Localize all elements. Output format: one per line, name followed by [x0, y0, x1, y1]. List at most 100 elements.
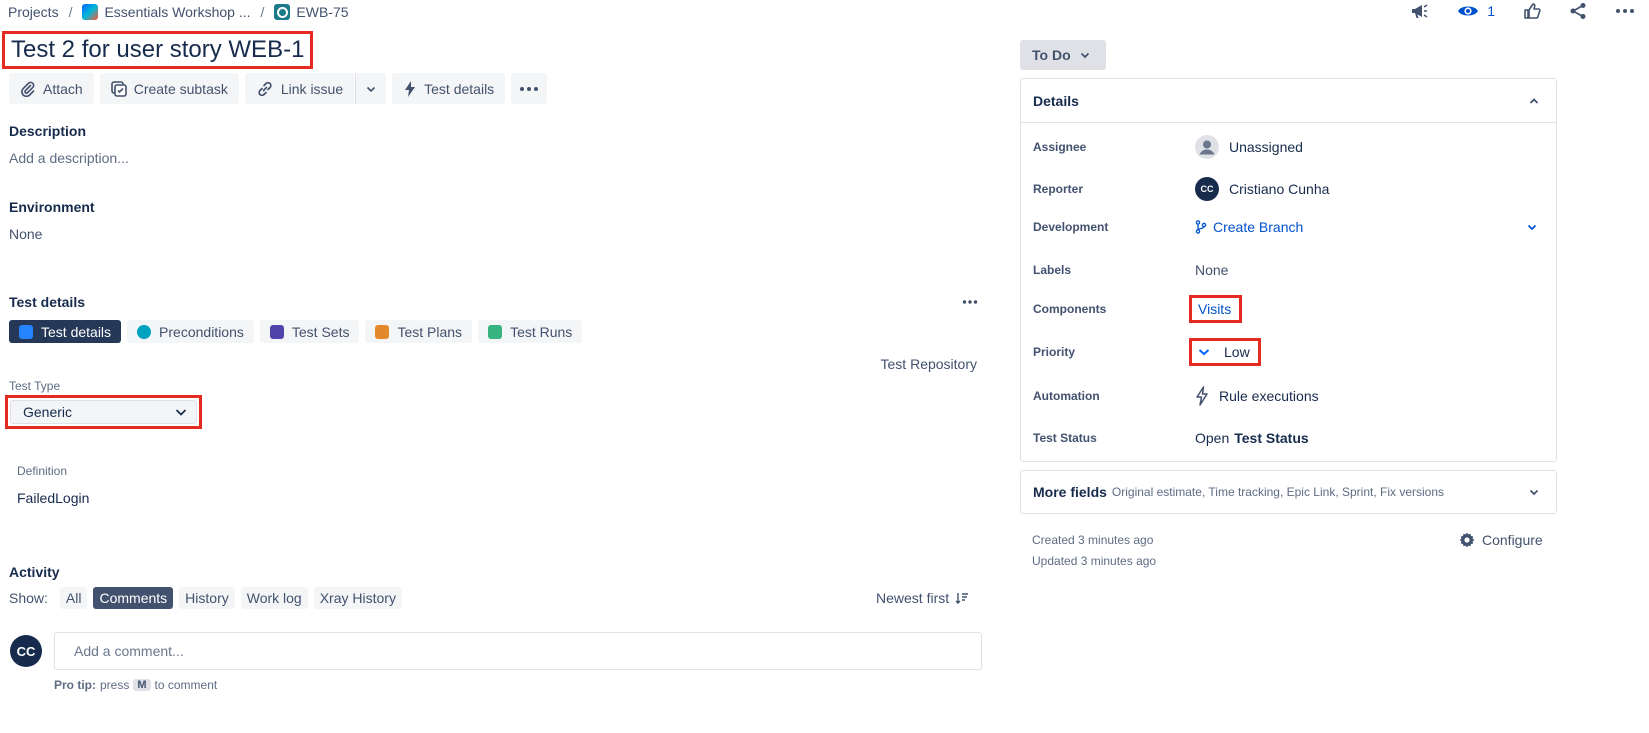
project-icon	[82, 4, 99, 20]
test-repository-link[interactable]: Test Repository	[881, 356, 977, 372]
created-timestamp: Created 3 minutes ago	[1032, 533, 1154, 547]
updated-timestamp: Updated 3 minutes ago	[1032, 554, 1157, 568]
comment-input[interactable]: Add a comment...	[54, 632, 982, 670]
eye-icon	[1457, 3, 1479, 19]
reporter-label: Reporter	[1033, 182, 1084, 196]
filter-xray-history[interactable]: Xray History	[313, 587, 402, 609]
more-icon[interactable]	[1615, 8, 1635, 14]
watch-button[interactable]: 1	[1457, 3, 1495, 19]
tab-label: Test Plans	[397, 323, 463, 340]
definition-value[interactable]: FailedLogin	[17, 490, 89, 506]
pro-tip: Pro tip: press M to comment	[54, 678, 217, 692]
tab-test-details[interactable]: Test details	[9, 320, 122, 343]
create-subtask-button[interactable]: Create subtask	[99, 73, 239, 104]
branch-icon	[1195, 220, 1207, 234]
chevron-down-icon[interactable]	[1526, 221, 1538, 233]
filter-comments[interactable]: Comments	[93, 587, 174, 609]
test-type-select[interactable]: Generic	[10, 400, 197, 424]
tab-test-sets[interactable]: Test Sets	[259, 320, 360, 343]
chevron-down-icon	[174, 405, 188, 419]
assignee-label: Assignee	[1033, 140, 1087, 154]
lightning-icon	[403, 80, 417, 98]
test-details-more-button[interactable]	[962, 292, 978, 308]
breadcrumb-project[interactable]: Essentials Workshop ...	[82, 4, 251, 20]
more-fields-panel[interactable]: More fields Original estimate, Time trac…	[1020, 470, 1557, 514]
test-issue-type-icon	[274, 4, 291, 20]
assignee-name: Unassigned	[1229, 139, 1303, 155]
watchers-count: 1	[1487, 3, 1495, 19]
list-icon	[19, 324, 33, 339]
breadcrumb-separator: /	[260, 4, 265, 20]
protip-press: press	[100, 678, 130, 692]
description-field[interactable]: Add a description...	[9, 150, 129, 166]
activity-heading: Activity	[9, 564, 60, 580]
link-issue-button[interactable]: Link issue	[244, 73, 355, 104]
reporter-avatar: CC	[1195, 177, 1219, 201]
sort-button[interactable]: Newest first	[876, 590, 969, 606]
sort-icon	[955, 591, 969, 605]
create-branch-link[interactable]: Create Branch	[1195, 219, 1303, 235]
test-status-value[interactable]: Open Test Status	[1195, 430, 1309, 446]
issue-title[interactable]: Test 2 for user story WEB-1	[2, 31, 314, 69]
gear-icon	[1458, 531, 1476, 549]
test-details-heading: Test details	[9, 294, 85, 310]
test-run-icon	[488, 324, 503, 339]
filter-work-log[interactable]: Work log	[240, 587, 308, 609]
test-plan-icon	[375, 324, 390, 339]
tab-preconditions[interactable]: Preconditions	[127, 320, 254, 343]
components-value[interactable]: Visits	[1189, 295, 1243, 323]
attach-button[interactable]: Attach	[9, 73, 94, 104]
tab-test-plans[interactable]: Test Plans	[365, 320, 473, 343]
automation-value: Rule executions	[1219, 388, 1319, 404]
configure-label: Configure	[1482, 532, 1543, 548]
breadcrumb: Projects / Essentials Workshop ... / EWB…	[8, 2, 349, 22]
breadcrumb-projects[interactable]: Projects	[8, 4, 59, 20]
megaphone-icon[interactable]	[1409, 1, 1429, 21]
create-subtask-label: Create subtask	[133, 80, 228, 97]
more-icon	[519, 86, 539, 92]
breadcrumb-issue[interactable]: EWB-75	[274, 4, 349, 20]
priority-name: Low	[1224, 344, 1250, 360]
rule-executions-link[interactable]: Rule executions	[1195, 386, 1319, 406]
details-header[interactable]: Details	[1021, 79, 1556, 123]
filter-history[interactable]: History	[179, 587, 235, 609]
status-label: To Do	[1032, 47, 1071, 63]
more-fields-summary: Original estimate, Time tracking, Epic L…	[1111, 485, 1445, 499]
test-type-label: Test Type	[9, 379, 61, 393]
test-details-tabs: Test details Preconditions Test Sets Tes…	[9, 320, 583, 343]
thumbs-up-icon[interactable]	[1523, 2, 1541, 20]
test-status-prefix: Open	[1195, 430, 1230, 446]
lightning-icon	[1195, 386, 1209, 406]
reporter-name: Cristiano Cunha	[1229, 181, 1330, 197]
tab-label: Test details	[41, 323, 112, 340]
test-details-button[interactable]: Test details	[392, 73, 506, 104]
tab-test-runs[interactable]: Test Runs	[478, 320, 583, 343]
breadcrumb-separator: /	[68, 4, 73, 20]
breadcrumb-issue-key: EWB-75	[296, 4, 349, 20]
link-issue-dropdown[interactable]	[355, 73, 387, 104]
test-status-label: Test Status	[1033, 431, 1097, 445]
test-type-value: Generic	[23, 404, 73, 420]
share-icon[interactable]	[1569, 2, 1587, 20]
more-actions-button[interactable]	[511, 73, 548, 104]
subtask-icon	[110, 80, 127, 97]
filter-all[interactable]: All	[59, 587, 88, 609]
issue-actions: 1	[1409, 0, 1635, 22]
field-automation: Automation Rule executions	[1033, 386, 1548, 406]
test-set-icon	[269, 324, 284, 339]
configure-button[interactable]: Configure	[1458, 531, 1543, 549]
activity-filters: Show: All Comments History Work log Xray…	[9, 587, 402, 609]
show-label: Show:	[9, 590, 48, 606]
status-button[interactable]: To Do	[1020, 40, 1106, 70]
assignee-value[interactable]: Unassigned	[1195, 135, 1303, 159]
user-avatar: CC	[10, 635, 42, 667]
labels-value[interactable]: None	[1195, 262, 1228, 278]
reporter-value[interactable]: CC Cristiano Cunha	[1195, 177, 1329, 201]
field-development: Development Create Branch	[1033, 219, 1548, 235]
attach-label: Attach	[43, 80, 83, 97]
test-type-highlight: Generic	[5, 395, 202, 429]
priority-value[interactable]: Low	[1189, 338, 1261, 366]
priority-low-icon	[1198, 348, 1210, 356]
field-assignee: Assignee Unassigned	[1033, 135, 1548, 159]
environment-value[interactable]: None	[9, 226, 42, 242]
